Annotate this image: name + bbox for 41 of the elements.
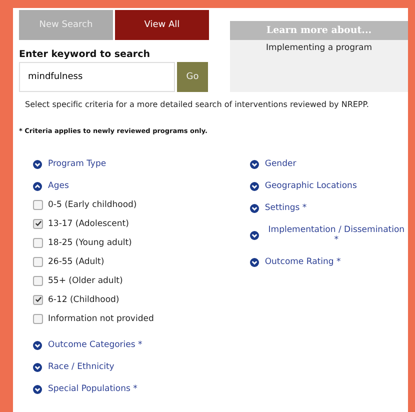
filter-toggle[interactable]: Race / Ethnicity <box>33 362 114 372</box>
checkbox[interactable] <box>33 238 43 248</box>
chevron-down-icon <box>33 340 42 350</box>
checkbox-option[interactable]: 13-17 (Adolescent) <box>33 214 250 233</box>
filter-toggle[interactable]: Settings * <box>250 203 307 213</box>
checkbox-option[interactable]: 55+ (Older adult) <box>33 271 250 290</box>
chevron-down-icon <box>250 230 259 240</box>
filter-toggle[interactable]: Outcome Rating * <box>250 257 341 267</box>
filter-toggle[interactable]: Program Type <box>33 159 106 169</box>
checkbox[interactable] <box>33 314 43 324</box>
checkbox-option[interactable]: 0-5 (Early childhood) <box>33 195 250 214</box>
checkbox[interactable] <box>33 218 43 228</box>
chevron-down-icon <box>33 160 42 168</box>
checkbox[interactable] <box>33 256 43 266</box>
chevron-down-icon <box>250 204 259 212</box>
checkbox-option[interactable]: 18-25 (Young adult) <box>33 233 250 252</box>
checkbox[interactable] <box>33 200 43 210</box>
checkbox-option[interactable]: 26-55 (Adult) <box>33 252 250 271</box>
checkbox[interactable] <box>33 276 43 286</box>
view-all-button[interactable]: View All <box>115 10 209 40</box>
filter-toggle[interactable]: Special Populations * <box>33 384 138 394</box>
chevron-down-icon <box>250 182 259 190</box>
search-field[interactable]: mindfulness <box>19 62 175 92</box>
checkbox-option[interactable]: 6-12 (Childhood) <box>33 290 250 309</box>
search-label: Enter keyword to search <box>19 49 151 60</box>
intro-text: Select specific criteria for a more detailed search of interventions reviewed by NREPP. <box>25 100 370 109</box>
go-button[interactable]: Go <box>177 62 208 92</box>
chevron-down-icon <box>250 160 259 168</box>
chevron-up-icon <box>33 182 42 190</box>
checkbox[interactable] <box>33 294 43 304</box>
chevron-down-icon <box>250 258 259 266</box>
filter-toggle[interactable]: Implementation / Dissemination * <box>250 225 408 245</box>
learn-more-heading: Learn more about... <box>230 21 408 40</box>
chevron-down-icon <box>33 384 42 394</box>
filter-toggle[interactable]: Gender <box>250 159 296 169</box>
chevron-down-icon <box>33 362 42 372</box>
checkbox-option[interactable]: Information not provided <box>33 309 250 328</box>
filter-toggle[interactable]: Ages <box>33 181 69 191</box>
filter-toggle[interactable]: Outcome Categories * <box>33 340 142 350</box>
learn-more-link[interactable]: Implementing a program <box>230 40 408 58</box>
filter-toggle[interactable]: Geographic Locations <box>250 181 357 191</box>
